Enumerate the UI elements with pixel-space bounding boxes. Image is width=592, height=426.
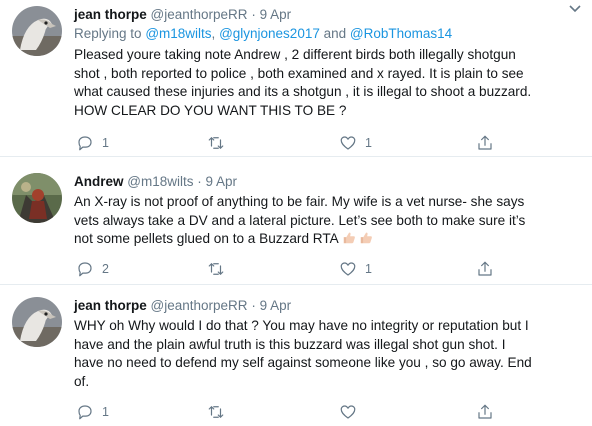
like-button[interactable]: 1 [339, 259, 372, 279]
tweet-actions: 1 1 [74, 133, 572, 153]
reply-count: 1 [102, 405, 109, 419]
like-icon [340, 405, 356, 419]
retweet-button[interactable] [207, 402, 233, 422]
tweet-timestamp[interactable]: 9 Apr [260, 298, 292, 313]
retweet-button[interactable] [207, 259, 233, 279]
retweet-icon [208, 137, 224, 149]
display-name[interactable]: jean thorpe [74, 7, 147, 22]
tweet-text: An X-ray is not proof of anything to be … [74, 193, 582, 249]
retweet-icon [208, 263, 224, 275]
tweet-header: jean thorpe @jeanthorpeRR · 9 Apr [74, 297, 578, 315]
reply-mention[interactable]: @RobThomas14 [350, 26, 452, 41]
display-name[interactable]: Andrew [74, 174, 124, 189]
reply-mention[interactable]: @m18wilts [145, 26, 211, 41]
tweet[interactable]: Andrew @m18wilts · 9 Apr An X-ray is not… [0, 157, 592, 285]
avatar[interactable] [12, 6, 62, 56]
tweet-text-line: have no need to defend my self against s… [74, 355, 532, 370]
like-icon [340, 262, 356, 276]
retweet-button[interactable] [207, 133, 233, 153]
replying-to: Replying to @m18wilts, @glynjones2017 an… [74, 25, 452, 43]
tweet-text-line: have and the plain awful truth is this b… [74, 336, 506, 352]
tweet-actions: 1 [74, 402, 572, 422]
user-handle[interactable]: @m18wilts [127, 174, 193, 189]
reply-button[interactable]: 2 [76, 259, 109, 279]
tweet-text: WHY oh Why would I do that ? You may hav… [74, 317, 582, 391]
reply-button[interactable]: 1 [76, 402, 109, 422]
chevron-down-icon[interactable] [568, 4, 582, 14]
tweet-text-line: Pleased youre taking note Andrew , 2 dif… [74, 47, 516, 62]
tweet-timestamp[interactable]: 9 Apr [260, 7, 292, 22]
like-icon [340, 136, 356, 150]
share-button[interactable] [476, 402, 494, 422]
reply-icon [78, 262, 92, 277]
tweet-text-line: WHY oh Why would I do that ? You may hav… [74, 318, 529, 333]
share-button[interactable] [476, 259, 494, 279]
retweet-icon [208, 406, 224, 418]
separator-dot: · [197, 174, 202, 189]
tweet[interactable]: jean thorpe @jeanthorpeRR · 9 Apr Replyi… [0, 0, 592, 157]
share-button[interactable] [476, 133, 494, 153]
reply-mention[interactable]: @glynjones2017 [219, 26, 320, 41]
reply-icon [78, 405, 92, 420]
reply-count: 1 [102, 136, 109, 150]
avatar[interactable] [12, 297, 62, 347]
user-handle[interactable]: @jeanthorpeRR [151, 298, 248, 313]
share-icon [478, 135, 492, 150]
tweet-text-line: not some pellets glued on to a Buzzard R… [74, 231, 339, 246]
tweet[interactable]: jean thorpe @jeanthorpeRR · 9 Apr WHY oh… [0, 285, 592, 426]
separator-dot: · [251, 7, 256, 22]
tweet-text-line: of. [74, 373, 90, 389]
tweet-timestamp[interactable]: 9 Apr [206, 174, 238, 189]
tweet-header: jean thorpe @jeanthorpeRR · 9 Apr [74, 6, 578, 24]
user-handle[interactable]: @jeanthorpeRR [151, 7, 248, 22]
replying-joiner: , [211, 26, 216, 41]
tweet-header: Andrew @m18wilts · 9 Apr [74, 173, 578, 191]
display-name[interactable]: jean thorpe [74, 298, 147, 313]
separator-dot: · [251, 298, 256, 313]
reply-button[interactable]: 1 [76, 133, 109, 153]
tweet-text-line: what caused these injuries and its a sho… [74, 84, 532, 99]
tweet-text-line: An X-ray is not proof of anything to be … [74, 194, 525, 209]
share-icon [478, 404, 492, 419]
tweet-text: Pleased youre taking note Andrew , 2 dif… [74, 46, 582, 120]
tweet-actions: 2 1 [74, 259, 572, 279]
like-count: 1 [365, 136, 372, 150]
replying-and: and [323, 26, 347, 41]
thumbs-up-icon [360, 232, 372, 244]
tweet-text-line: vets always take a DV and a lateral pict… [74, 212, 526, 228]
like-count: 1 [365, 262, 372, 276]
share-icon [478, 261, 492, 276]
like-button[interactable] [339, 402, 365, 422]
avatar[interactable] [12, 173, 62, 223]
reply-count: 2 [102, 262, 109, 276]
thumbs-up-icon [343, 232, 355, 244]
like-button[interactable]: 1 [339, 133, 372, 153]
tweet-text-line: HOW CLEAR DO YOU WANT THIS TO BE ? [74, 102, 347, 118]
tweet-text-line: shot , both reported to police , both ex… [74, 65, 524, 81]
replying-prefix: Replying to [74, 26, 142, 41]
reply-icon [78, 136, 92, 151]
